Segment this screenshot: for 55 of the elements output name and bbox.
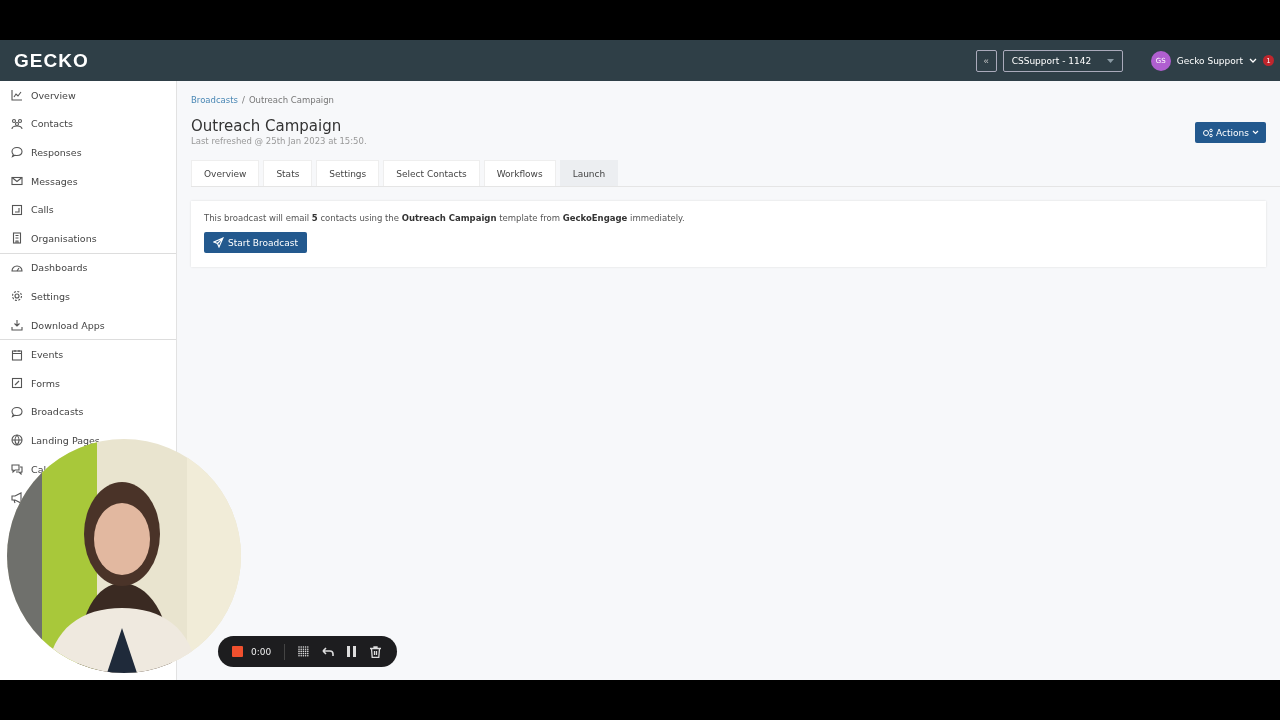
sidebar-item[interactable]: Contacts <box>11 117 73 130</box>
tab[interactable]: Select Contacts <box>383 160 480 186</box>
tab[interactable]: Overview <box>191 160 260 186</box>
gear-icon <box>11 290 23 303</box>
start-broadcast-button[interactable]: Start Broadcast <box>204 232 307 253</box>
collapse-button[interactable]: « <box>975 49 997 72</box>
sidebar-item[interactable]: Broadcasts <box>11 405 84 418</box>
breadcrumb-separator: / <box>242 95 245 105</box>
download-icon <box>11 319 23 332</box>
page-title: Outreach Campaign <box>191 117 343 135</box>
tab[interactable]: Launch <box>559 160 619 186</box>
mail-icon <box>11 175 23 188</box>
sidebar-item[interactable]: Organisations <box>11 232 97 245</box>
chevron-icon <box>1252 130 1259 135</box>
sidebar-item[interactable]: Calls <box>11 203 54 216</box>
tab[interactable]: Stats <box>263 160 313 186</box>
caret-icon <box>1106 58 1114 63</box>
people-icon <box>11 117 23 130</box>
send-icon <box>213 237 224 248</box>
account-select[interactable]: CSSupport - 1142 <box>1002 49 1123 72</box>
logo[interactable]: GECKO <box>14 49 89 72</box>
gears-icon <box>1202 127 1214 138</box>
undo-icon[interactable] <box>322 646 335 657</box>
sidebar-item[interactable]: Settings <box>11 290 70 303</box>
sidebar-item[interactable]: Responses <box>11 146 82 159</box>
bubble-icon <box>11 146 23 159</box>
last-refreshed: Last refreshed @ 25th Jan 2023 at 15:50. <box>191 136 367 146</box>
globe-icon <box>11 434 23 447</box>
edit-icon <box>11 377 23 390</box>
actions-button[interactable]: Actions <box>1195 122 1266 143</box>
delete-icon[interactable] <box>370 645 382 658</box>
sidebar-item[interactable]: Dashboards <box>11 261 88 274</box>
megaphone-icon <box>11 491 23 504</box>
sidebar-item[interactable]: Overview <box>11 89 76 102</box>
user-menu[interactable]: Gecko Support <box>1176 55 1243 66</box>
launch-message: This broadcast will email 5 contacts using the Outreach Campaign template from GeckoEngage immediately. <box>204 213 686 223</box>
grid-icon[interactable] <box>298 646 310 657</box>
bubble-icon <box>11 405 23 418</box>
building-icon <box>11 232 23 245</box>
chevron-icon <box>1249 58 1257 63</box>
breadcrumb-link[interactable]: Broadcasts <box>191 95 238 105</box>
check-icon <box>11 203 23 216</box>
calendar-icon <box>11 348 23 361</box>
sidebar-item[interactable]: Messages <box>11 175 78 188</box>
tab[interactable]: Workflows <box>483 160 556 186</box>
chat-icon <box>11 463 23 475</box>
sidebar-item[interactable]: Download Apps <box>11 319 105 332</box>
chart-icon <box>11 89 23 102</box>
pause-icon[interactable] <box>347 646 358 657</box>
recording-time: 0:00 <box>251 646 272 657</box>
tab[interactable]: Settings <box>316 160 380 186</box>
sidebar-item[interactable] <box>11 491 23 504</box>
sidebar-item[interactable]: Forms <box>11 377 60 390</box>
breadcrumb-current: Outreach Campaign <box>248 95 334 105</box>
sidebar-item[interactable]: Events <box>11 348 64 361</box>
